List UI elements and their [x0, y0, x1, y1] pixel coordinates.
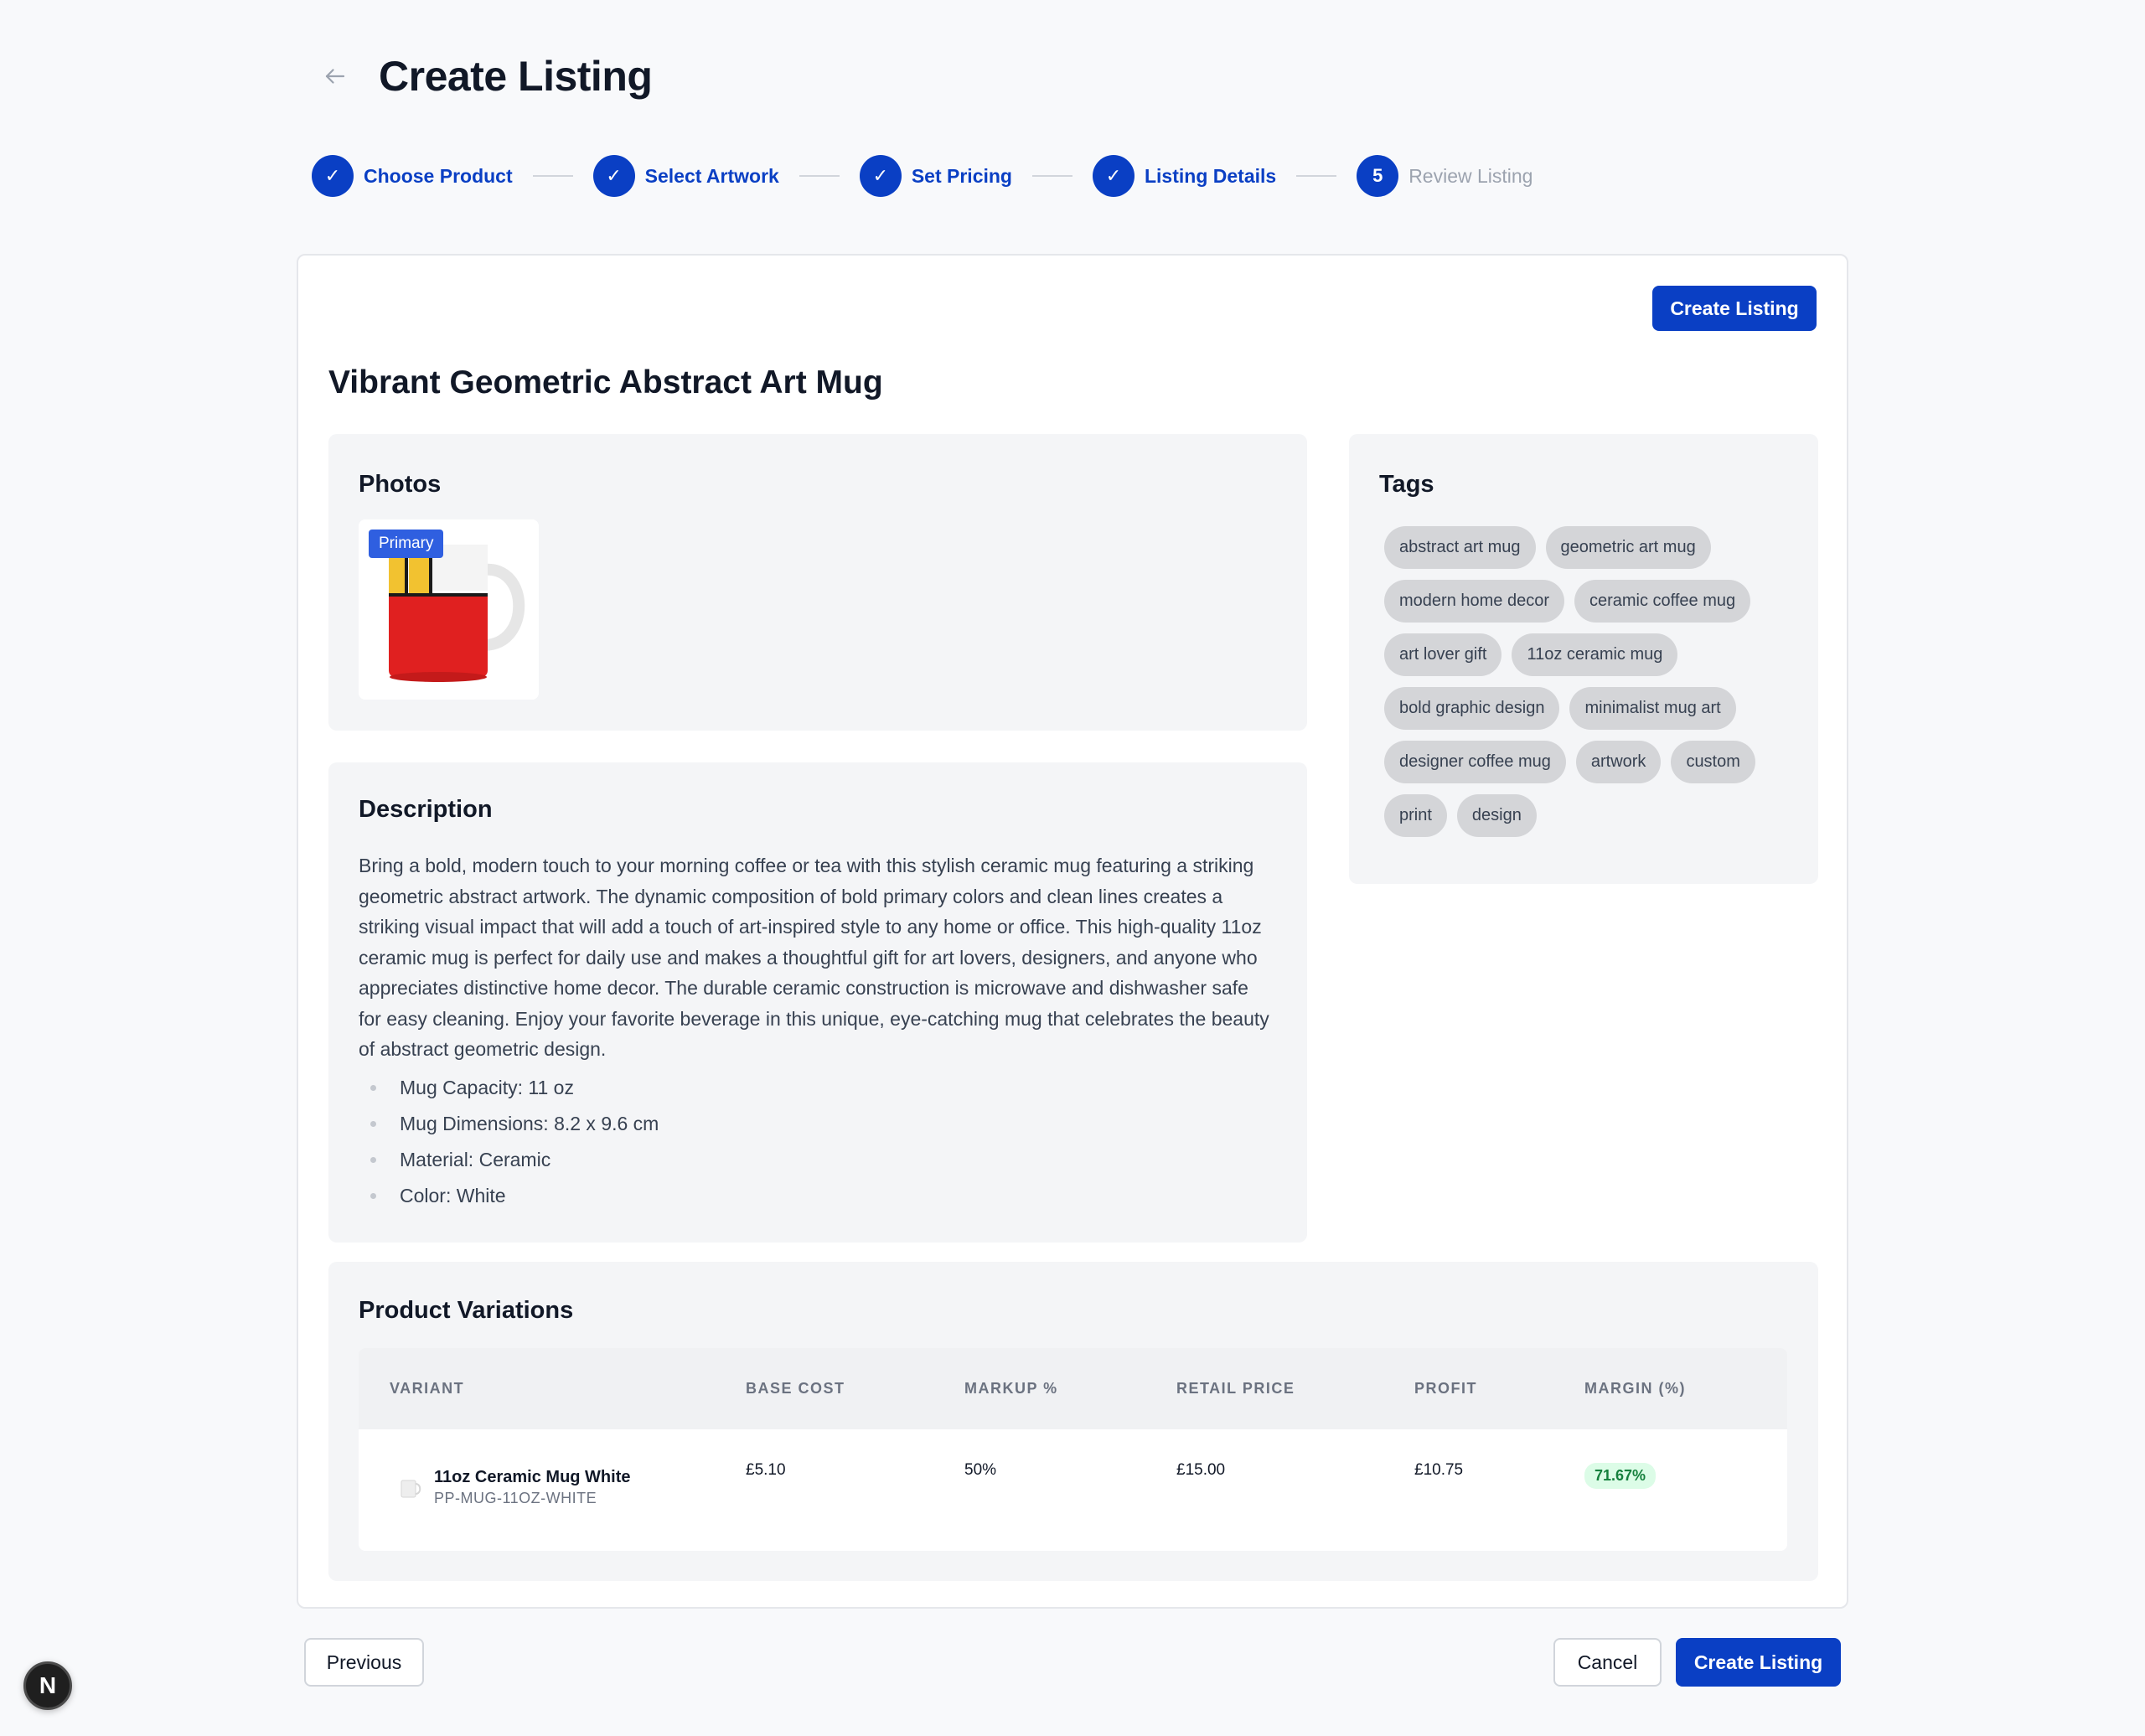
- page-title: Create Listing: [379, 53, 653, 100]
- check-icon: ✓: [312, 155, 354, 197]
- tag-chip: print: [1384, 794, 1447, 837]
- column-header: MARGIN (%): [1584, 1380, 1686, 1397]
- tag-chip: ceramic coffee mug: [1574, 580, 1751, 623]
- dev-tools-badge[interactable]: N: [23, 1661, 72, 1710]
- mug-thumbnail-icon: [401, 1480, 421, 1497]
- product-title: Vibrant Geometric Abstract Art Mug: [328, 364, 883, 400]
- base-cost: £5.10: [746, 1461, 786, 1479]
- markup-percent: 50%: [964, 1461, 997, 1479]
- tags-panel: Tags abstract art mug geometric art mug …: [1349, 434, 1818, 884]
- column-header: MARKUP %: [964, 1380, 1058, 1397]
- photos-title: Photos: [359, 471, 442, 498]
- create-listing-button[interactable]: Create Listing: [1652, 286, 1817, 331]
- table-header: VARIANT BASE COST MARKUP % RETAIL PRICE …: [359, 1348, 1787, 1429]
- tags-title: Tags: [1379, 471, 1434, 498]
- step-label: Select Artwork: [644, 164, 779, 187]
- column-header: PROFIT: [1414, 1380, 1477, 1397]
- variant-info: 11oz Ceramic Mug White PP-MUG-11OZ-WHITE: [434, 1468, 631, 1507]
- table-row: 11oz Ceramic Mug White PP-MUG-11OZ-WHITE…: [359, 1429, 1787, 1551]
- progress-stepper: ✓ Choose Product ✓ Select Artwork ✓ Set …: [312, 155, 1533, 197]
- description-bullets: Mug Capacity: 11 oz Mug Dimensions: 8.2 …: [359, 1070, 659, 1214]
- step-label: Review Listing: [1408, 164, 1533, 187]
- tag-chip: minimalist mug art: [1569, 687, 1736, 730]
- product-photo[interactable]: Primary: [359, 519, 539, 700]
- step-select-artwork[interactable]: ✓ Select Artwork: [592, 155, 779, 197]
- create-listing-submit-button[interactable]: Create Listing: [1676, 1638, 1841, 1687]
- tag-chip: 11oz ceramic mug: [1512, 633, 1678, 676]
- variant-cell: 11oz Ceramic Mug White PP-MUG-11OZ-WHITE: [397, 1468, 631, 1507]
- create-listing-page: Create Listing ✓ Choose Product ✓ Select…: [0, 0, 2145, 1736]
- check-icon: ✓: [592, 155, 635, 197]
- tag-chip: abstract art mug: [1384, 526, 1536, 569]
- bullet-text: Material: Ceramic: [400, 1149, 551, 1170]
- bullet-icon: [370, 1085, 376, 1091]
- tag-chip: artwork: [1575, 741, 1662, 783]
- step-label: Listing Details: [1144, 164, 1277, 187]
- previous-button[interactable]: Previous: [304, 1638, 424, 1687]
- step-connector: [1031, 175, 1072, 177]
- variant-name: 11oz Ceramic Mug White: [434, 1468, 631, 1486]
- column-header: VARIANT: [390, 1380, 465, 1397]
- tag-chip: designer coffee mug: [1384, 741, 1566, 783]
- variations-table: VARIANT BASE COST MARKUP % RETAIL PRICE …: [359, 1348, 1787, 1551]
- description-text: Bring a bold, modern touch to your morni…: [359, 855, 1269, 1060]
- review-card: Create Listing Vibrant Geometric Abstrac…: [297, 254, 1848, 1609]
- page-header: Create Listing: [318, 52, 653, 101]
- back-button[interactable]: [318, 59, 352, 93]
- tag-chip: design: [1456, 794, 1537, 837]
- list-item: Color: White: [359, 1178, 659, 1214]
- step-label: Set Pricing: [911, 164, 1012, 187]
- list-item: Material: Ceramic: [359, 1142, 659, 1178]
- step-listing-details[interactable]: ✓ Listing Details: [1092, 155, 1277, 197]
- tag-chip: modern home decor: [1384, 580, 1564, 623]
- photos-panel: Photos Primary: [328, 434, 1307, 731]
- bullet-text: Mug Capacity: 11 oz: [400, 1077, 574, 1098]
- variations-panel: Product Variations VARIANT BASE COST MAR…: [328, 1262, 1818, 1581]
- cancel-button[interactable]: Cancel: [1553, 1638, 1662, 1687]
- step-connector: [532, 175, 573, 177]
- variations-title: Product Variations: [359, 1297, 574, 1324]
- tags-list: abstract art mug geometric art mug moder…: [1384, 526, 1795, 837]
- tag-chip: art lover gift: [1384, 633, 1502, 676]
- step-review-listing: 5 Review Listing: [1357, 155, 1533, 197]
- description-panel: Description Bring a bold, modern touch t…: [328, 762, 1307, 1243]
- step-choose-product[interactable]: ✓ Choose Product: [312, 155, 513, 197]
- step-set-pricing[interactable]: ✓ Set Pricing: [859, 155, 1012, 197]
- variant-sku: PP-MUG-11OZ-WHITE: [434, 1490, 597, 1506]
- bullet-text: Mug Dimensions: 8.2 x 9.6 cm: [400, 1113, 659, 1134]
- primary-badge: Primary: [369, 530, 444, 558]
- description-title: Description: [359, 796, 493, 823]
- list-item: Mug Dimensions: 8.2 x 9.6 cm: [359, 1106, 659, 1142]
- step-connector: [1296, 175, 1337, 177]
- bullet-icon: [370, 1121, 376, 1127]
- step-number: 5: [1357, 155, 1399, 197]
- retail-price: £15.00: [1176, 1461, 1226, 1479]
- bullet-icon: [370, 1157, 376, 1163]
- bullet-icon: [370, 1193, 376, 1199]
- check-icon: ✓: [859, 155, 902, 197]
- step-connector: [799, 175, 840, 177]
- tag-chip: bold graphic design: [1384, 687, 1560, 730]
- step-label: Choose Product: [364, 164, 513, 187]
- arrow-left-icon: [325, 69, 345, 84]
- tag-chip: geometric art mug: [1545, 526, 1711, 569]
- profit: £10.75: [1414, 1461, 1464, 1479]
- column-header: BASE COST: [746, 1380, 845, 1397]
- list-item: Mug Capacity: 11 oz: [359, 1070, 659, 1106]
- tag-chip: custom: [1671, 741, 1755, 783]
- check-icon: ✓: [1092, 155, 1135, 197]
- margin-badge: 71.67%: [1584, 1463, 1657, 1489]
- column-header: RETAIL PRICE: [1176, 1380, 1295, 1397]
- bullet-text: Color: White: [400, 1185, 506, 1206]
